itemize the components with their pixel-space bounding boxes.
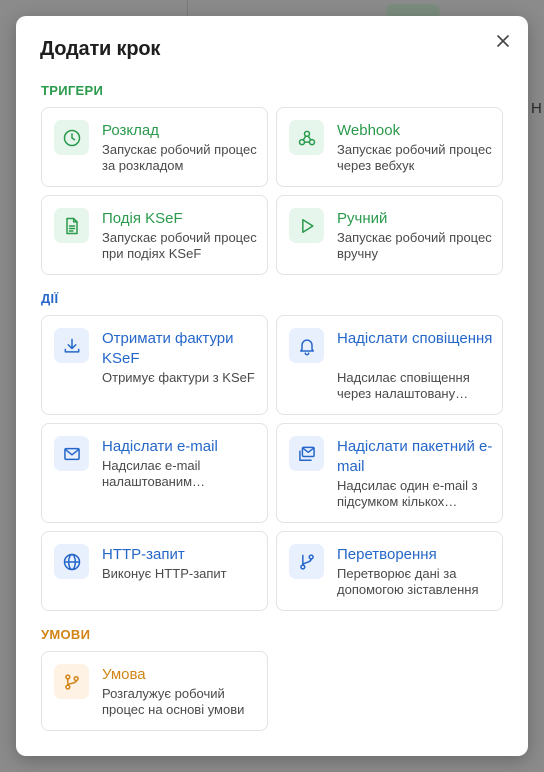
step-card-title: Ручний <box>337 210 388 227</box>
step-card-description: Запускає робочий процес при подіях KSeF <box>102 230 257 261</box>
step-card-title: Надіслати пакетний e-mail <box>337 438 493 475</box>
step-card-send-batch-email[interactable]: Надіслати пакетний e-mail Надсилає один … <box>276 423 503 523</box>
step-card-description: Розгалужує робочий процес на основі умов… <box>102 686 245 717</box>
step-card-title: Webhook <box>337 122 401 139</box>
step-card-description: Виконує HTTP-запит <box>102 566 227 581</box>
add-step-dialog: Додати крок ТРИГЕРИ Розклад Запускає роб… <box>16 16 528 756</box>
step-card-description: Запускає робочий процес за розкладом <box>102 142 257 173</box>
step-card-send-email[interactable]: Надіслати e-mail Надсилає e-mail налашто… <box>41 423 268 523</box>
step-card-title: Надіслати сповіщення <box>337 330 493 347</box>
step-card-schedule[interactable]: Розклад Запускає робочий процес за розкл… <box>41 107 268 187</box>
document-icon <box>54 208 89 243</box>
webhook-icon <box>289 120 324 155</box>
step-card-send-notification[interactable]: Надіслати сповіщення Надсилає сповіщення… <box>276 315 503 415</box>
git-branch-icon <box>54 664 89 699</box>
background-text: Н <box>531 100 542 117</box>
close-icon <box>497 35 509 47</box>
globe-icon <box>54 544 89 579</box>
clock-icon <box>54 120 89 155</box>
step-card-description: Надсилає один e-mail з підсумком кількох… <box>337 478 478 509</box>
section-actions-label: ДІЇ <box>41 291 59 306</box>
section-conditions-label: УМОВИ <box>41 627 91 642</box>
branch-icon <box>289 544 324 579</box>
step-card-condition[interactable]: Умова Розгалужує робочий процес на основ… <box>41 651 268 731</box>
play-icon <box>289 208 324 243</box>
mail-stack-icon <box>289 436 324 471</box>
background-divider <box>187 0 188 16</box>
mail-icon <box>54 436 89 471</box>
step-card-description: Перетворює дані за допомогою зіставлення <box>337 566 479 597</box>
step-card-title: Розклад <box>102 122 159 139</box>
step-card-description: Надсилає сповіщення через налаштовану… <box>337 370 470 401</box>
step-card-title: Надіслати e-mail <box>102 438 218 455</box>
step-card-ksef-event[interactable]: Подія KSeF Запускає робочий процес при п… <box>41 195 268 275</box>
step-card-title: Перетворення <box>337 546 437 563</box>
close-button[interactable] <box>492 30 514 52</box>
dialog-title: Додати крок <box>40 38 161 60</box>
step-card-http-request[interactable]: HTTP-запит Виконує HTTP-запит <box>41 531 268 611</box>
step-card-description: Запускає робочий процес через вебхук <box>337 142 492 173</box>
step-card-description: Отримує фактури з KSeF <box>102 370 255 385</box>
step-card-title: Подія KSeF <box>102 210 183 227</box>
step-card-webhook[interactable]: Webhook Запускає робочий процес через ве… <box>276 107 503 187</box>
step-card-description: Запускає робочий процес вручну <box>337 230 492 261</box>
step-card-title: Умова <box>102 666 146 683</box>
bell-icon <box>289 328 324 363</box>
step-card-title: HTTP-запит <box>102 546 185 563</box>
step-card-title: Отримати фактури KSeF <box>102 330 234 367</box>
step-card-fetch-invoices[interactable]: Отримати фактури KSeF Отримує фактури з … <box>41 315 268 415</box>
section-triggers-label: ТРИГЕРИ <box>41 83 104 98</box>
download-icon <box>54 328 89 363</box>
step-card-description: Надсилає e-mail налаштованим… <box>102 458 206 489</box>
step-card-transform[interactable]: Перетворення Перетворює дані за допомого… <box>276 531 503 611</box>
step-card-manual[interactable]: Ручний Запускає робочий процес вручну <box>276 195 503 275</box>
